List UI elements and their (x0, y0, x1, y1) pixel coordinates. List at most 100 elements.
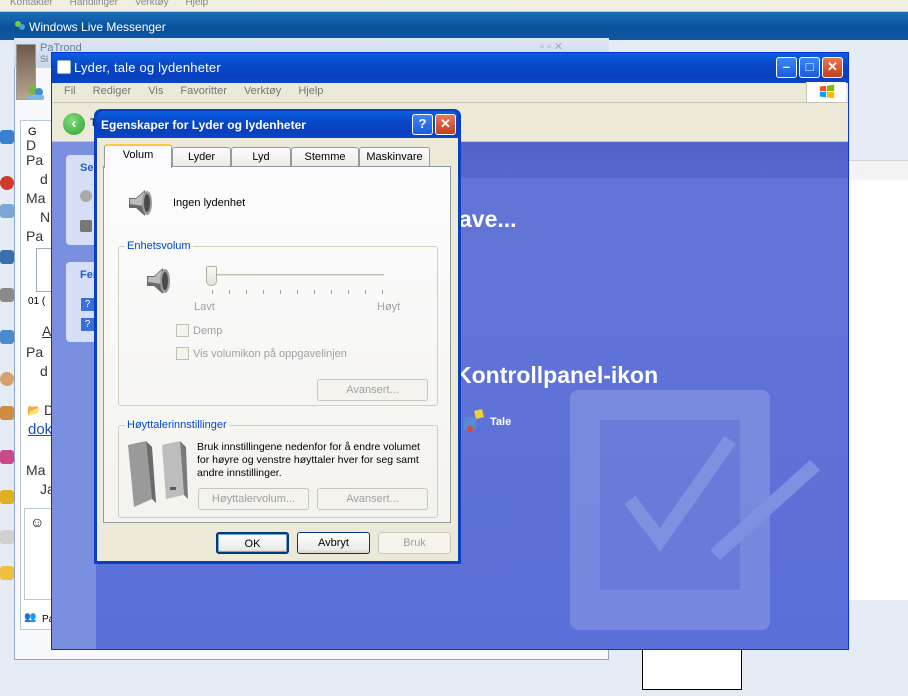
menu-kontakter[interactable]: Kontakter (10, 0, 53, 8)
menu-favoritter[interactable]: Favoritter (180, 85, 226, 97)
alert-icon[interactable] (0, 176, 14, 190)
speech-icon[interactable] (460, 407, 486, 435)
ok-button[interactable]: OK (216, 532, 289, 554)
control-panel-titlebar: Lyder, tale og lydenheter (52, 53, 848, 83)
tab-lyder[interactable]: Lyder (172, 147, 231, 167)
messenger-title: Windows Live Messenger (29, 20, 166, 34)
content-header-band (460, 142, 848, 178)
menu-handlinger[interactable]: Handlinger (70, 0, 118, 8)
minimize-button[interactable]: – (776, 57, 797, 78)
background-menubar: Kontakter Handlinger Verktøy Hjelp (0, 0, 908, 12)
shop-icon[interactable] (0, 250, 14, 264)
tab-volum[interactable]: Volum (104, 144, 172, 168)
slider-tick (212, 290, 213, 294)
close-button[interactable]: ✕ (822, 57, 843, 78)
chat-fragment: Pa (26, 152, 44, 168)
taskbar-icon-label: Vis volumikon på oppgavelinjen (193, 348, 347, 360)
chat-fragment: D (26, 137, 37, 153)
add-contact-icon[interactable] (26, 84, 46, 102)
taskbar-icon-checkbox[interactable] (176, 347, 189, 360)
device-volume-legend: Enhetsvolum (125, 240, 193, 252)
slider-max-label: Høyt (377, 301, 401, 313)
button-label: OK (244, 538, 261, 550)
slider-tick (280, 290, 281, 294)
person-icon[interactable] (0, 372, 14, 386)
menu-rediger[interactable]: Rediger (93, 85, 132, 97)
help-small-icon[interactable]: ? (81, 318, 94, 331)
chat-thumbnail[interactable] (36, 248, 52, 292)
activities-icon[interactable] (0, 204, 14, 218)
chat-link[interactable]: dok (28, 421, 52, 438)
bell-icon[interactable] (0, 566, 14, 580)
button-label: Avbryt (318, 537, 349, 549)
tab-maskinvare[interactable]: Maskinvare (359, 147, 430, 167)
menu-fil[interactable]: Fil (64, 85, 76, 97)
contacts-icon[interactable] (0, 130, 14, 144)
control-panel-window-icon (57, 60, 71, 74)
messenger-logo-icon (15, 21, 25, 30)
sharing-icons-bar (0, 130, 16, 620)
tab-label: Volum (122, 149, 154, 161)
mute-checkbox[interactable] (176, 324, 189, 337)
menu-hjelp[interactable]: Hjelp (298, 85, 323, 97)
slider-tick (263, 290, 264, 294)
cancel-button[interactable]: Avbryt (297, 532, 370, 554)
watermark-checklist-icon (570, 390, 820, 630)
menu-verktoy[interactable]: Verktøy (244, 85, 281, 97)
tab-lyd[interactable]: Lyd (231, 147, 291, 167)
advanced-volume-button[interactable]: Avansert... (317, 379, 428, 401)
back-arrow-icon[interactable]: ‹ (63, 113, 85, 135)
chat-fragment: Pa (26, 344, 44, 360)
help-small-icon[interactable]: ? (81, 298, 94, 311)
slider-tick (314, 290, 315, 294)
speaker-volume-button[interactable]: Høyttalervolum... (198, 488, 309, 510)
tab-label: Maskinvare (366, 151, 423, 163)
phone-icon[interactable] (0, 288, 14, 302)
slider-tick (365, 290, 366, 294)
button-label: Høyttalervolum... (211, 493, 296, 505)
volume-slider-thumb[interactable] (206, 266, 217, 286)
close-icon: ✕ (440, 116, 451, 131)
menu-vis[interactable]: Vis (148, 85, 163, 97)
menu-verktoy[interactable]: Verktøy (135, 0, 169, 8)
tab-stemme[interactable]: Stemme (291, 147, 359, 167)
speaker-description: Bruk innstillingene nedenfor for å endre… (197, 441, 420, 479)
slider-tick (297, 290, 298, 294)
windows-flag-icon (819, 84, 835, 99)
speaker-advanced-button[interactable]: Avansert... (317, 488, 428, 510)
apply-button[interactable]: Bruk (378, 532, 451, 554)
info-small-icon[interactable] (80, 220, 92, 232)
tab-label: Lyd (252, 151, 270, 163)
button-label: Bruk (403, 537, 426, 549)
chat-fragment: Ma (26, 462, 46, 478)
dialog-close-button[interactable]: ✕ (435, 114, 456, 135)
tools-icon[interactable] (0, 530, 14, 544)
music-icon[interactable] (0, 450, 14, 464)
slider-min-label: Lavt (194, 301, 215, 313)
button-label: Avansert... (346, 493, 399, 505)
chat-fragment: 01 ( (28, 296, 46, 307)
device-name: Ingen lydenhet (173, 197, 246, 209)
messenger-titlebar: Windows Live Messenger (0, 12, 908, 40)
share-icon[interactable] (0, 330, 14, 344)
chat-fragment: Pa (26, 228, 44, 244)
coins-icon[interactable] (0, 490, 14, 504)
slider-tick (382, 290, 383, 294)
emoticon-icon[interactable]: ☺ (30, 514, 44, 530)
volume-slider-track[interactable] (212, 274, 384, 277)
background-box (642, 648, 742, 690)
maximize-button[interactable]: □ (799, 57, 820, 78)
button-label: Avansert... (346, 384, 399, 396)
control-panel-title: Lyder, tale og lydenheter (74, 60, 221, 75)
see-also-header: Se (80, 162, 94, 174)
dialog-title: Egenskaper for Lyder og lydenheter (101, 118, 306, 132)
dialog-help-button[interactable]: ? (412, 114, 433, 135)
menu-hjelp[interactable]: Hjelp (185, 0, 208, 8)
pick-task-heading: ave... (459, 206, 517, 232)
sound-small-icon[interactable] (80, 190, 92, 202)
folder-icon: 📂 (27, 405, 41, 417)
game-icon[interactable] (0, 406, 14, 420)
mute-label: Demp (193, 325, 223, 337)
tab-label: Stemme (304, 151, 346, 163)
speech-link[interactable]: Tale (490, 416, 511, 428)
